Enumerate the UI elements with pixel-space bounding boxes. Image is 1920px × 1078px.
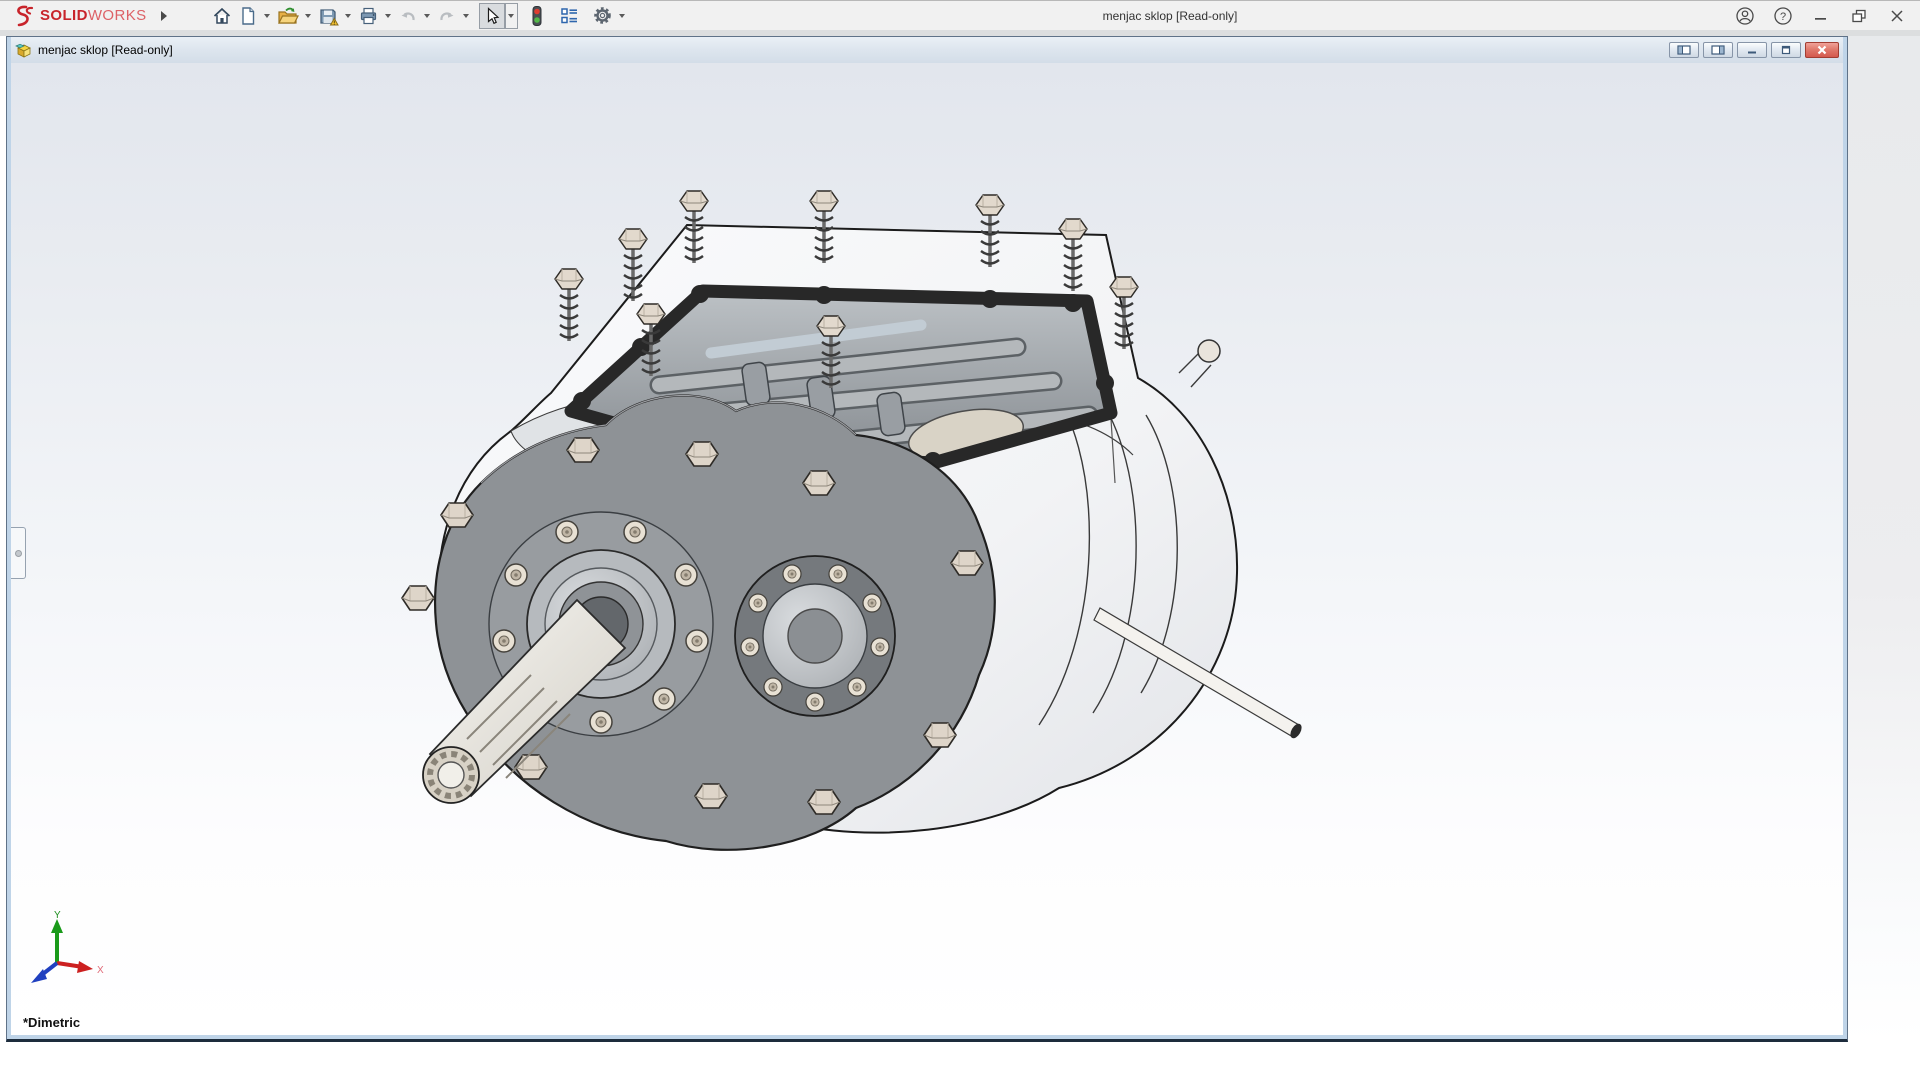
triad-x-arrow[interactable] [77,961,93,973]
options-button[interactable] [589,3,616,29]
new-document-button[interactable] [235,3,261,29]
select-tool-dropdown[interactable] [504,2,518,29]
document-titlebar[interactable]: menjac sklop [Read-only] [11,37,1843,63]
undo-icon [401,11,415,20]
traffic-light-button[interactable] [524,3,550,29]
feature-tree-collapsed-tab[interactable] [11,527,26,579]
quick-access-toolbar [189,1,629,31]
print-button[interactable] [355,3,382,29]
open-button[interactable] [274,3,302,29]
window-title: menjac sklop [Read-only] [1102,9,1238,23]
solidworks-logo: SOLIDWORKS [10,5,147,27]
new-document-icon [241,6,254,25]
new-document-dropdown[interactable] [261,3,274,29]
stub-cap[interactable] [1197,339,1221,363]
document-minimize-icon [1748,51,1756,54]
save-dropdown[interactable] [342,3,355,29]
triad-y-arrow[interactable] [51,919,63,933]
solidworks-logo-icon [17,5,34,26]
home-button[interactable] [209,3,235,29]
main-titlebar: SOLIDWORKS menjac sklop [Read-only] ? [0,0,1920,30]
document-minimize-button[interactable] [1737,42,1767,58]
undo-button[interactable] [395,3,421,29]
task-pane-area[interactable] [1848,36,1920,1042]
brand-text: SOLIDWORKS [40,7,147,24]
document-close-button[interactable] [1805,42,1839,58]
triad-y-label: Y [54,910,61,921]
document-title: menjac sklop [Read-only] [38,43,173,57]
document-restore-icon [1781,45,1791,55]
undo-dropdown[interactable] [421,3,434,29]
traffic-light-icon [532,5,542,26]
select-tool-button[interactable] [478,2,505,29]
document-restore-button[interactable] [1771,42,1801,58]
minimize-icon [1815,18,1826,20]
tab-grip-dot [15,550,22,557]
document-window-controls [1669,42,1839,58]
redo-button[interactable] [434,3,460,29]
split-pane-left-button[interactable] [1669,42,1699,58]
help-icon: ? [1774,7,1792,25]
save-icon [319,8,339,25]
assembly-document-icon [15,43,31,58]
close-icon [1891,10,1903,22]
report-list-button[interactable] [556,3,583,29]
select-cursor-icon [487,6,499,24]
print-dropdown[interactable] [382,3,395,29]
window-controls: ? [1734,1,1908,31]
restore-button[interactable] [1848,5,1870,27]
gear-icon [593,7,611,24]
report-list-icon [560,7,577,23]
toolbar-flyout-arrow-icon[interactable] [160,10,167,21]
redo-icon [439,11,454,20]
split-pane-left-icon [1677,45,1691,55]
reference-triad[interactable]: Y X [21,909,111,995]
open-icon [277,7,299,24]
options-dropdown[interactable] [616,3,629,29]
model-3d-view[interactable] [11,63,1843,1035]
document-window: menjac sklop [Read-only] Y X *Dimetric [6,36,1848,1042]
minimize-button[interactable] [1810,5,1832,27]
home-icon [213,7,230,24]
svg-text:?: ? [1780,11,1786,23]
account-button[interactable] [1734,5,1756,27]
close-button[interactable] [1886,5,1908,27]
save-button[interactable] [315,3,342,29]
help-button[interactable]: ? [1772,5,1794,27]
print-icon [360,7,376,24]
triad-x-label: X [97,965,104,976]
graphics-viewport[interactable]: Y X *Dimetric [11,63,1843,1035]
split-pane-right-icon [1711,45,1725,55]
split-pane-right-button[interactable] [1703,42,1733,58]
cover-hub[interactable] [734,555,896,717]
restore-icon [1852,9,1866,23]
view-orientation-label: *Dimetric [23,1015,81,1030]
solidworks-window: SOLIDWORKS menjac sklop [Read-only] ? me… [0,0,1920,1078]
account-icon [1736,7,1754,25]
open-dropdown[interactable] [302,3,315,29]
redo-dropdown[interactable] [460,3,473,29]
document-close-icon [1817,45,1827,55]
